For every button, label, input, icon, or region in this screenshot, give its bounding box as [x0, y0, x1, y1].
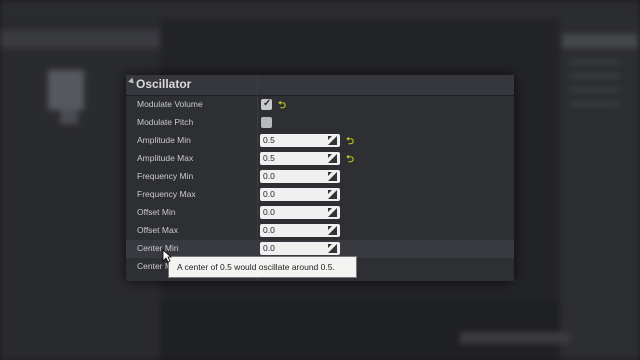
- row-offset-max: Offset Max 0.0: [126, 222, 514, 240]
- field-value: 0.0: [263, 225, 275, 235]
- bg-right-line: [570, 74, 620, 78]
- row-modulate-pitch: Modulate Pitch: [126, 114, 514, 132]
- row-label: Modulate Volume: [137, 99, 203, 109]
- reset-arrow-icon[interactable]: ⮌: [346, 152, 354, 169]
- drag-handle-icon[interactable]: [328, 190, 337, 199]
- field-value: 0.0: [263, 243, 275, 253]
- frequency-max-field[interactable]: 0.0: [260, 188, 340, 201]
- oscillator-panel: Oscillator Modulate Volume ✓ ⮌ Modulate …: [126, 75, 514, 281]
- drag-handle-icon[interactable]: [328, 244, 337, 253]
- drag-handle-icon[interactable]: [328, 172, 337, 181]
- drag-handle-icon[interactable]: [328, 226, 337, 235]
- row-label: Amplitude Min: [137, 135, 191, 145]
- row-label: Modulate Pitch: [137, 117, 194, 127]
- frequency-min-field[interactable]: 0.0: [260, 170, 340, 183]
- drag-handle-icon[interactable]: [328, 154, 337, 163]
- amplitude-max-field[interactable]: 0.5: [260, 152, 340, 165]
- offset-min-field[interactable]: 0.0: [260, 206, 340, 219]
- tooltip-text: A center of 0.5 would oscillate around 0…: [177, 262, 335, 272]
- bg-right-header: [562, 34, 638, 48]
- bg-bottom: [160, 300, 560, 360]
- amplitude-min-field[interactable]: 0.5: [260, 134, 340, 147]
- modulate-pitch-checkbox[interactable]: [261, 117, 272, 128]
- row-label: Offset Min: [137, 207, 176, 217]
- row-label: Frequency Max: [137, 189, 196, 199]
- bg-right-line: [570, 88, 620, 92]
- panel-header[interactable]: Oscillator: [126, 75, 514, 96]
- row-label: Offset Max: [137, 225, 178, 235]
- field-value: 0.0: [263, 189, 275, 199]
- row-frequency-max: Frequency Max 0.0: [126, 186, 514, 204]
- bg-thumbnail-base: [60, 110, 78, 124]
- bg-status: [460, 332, 570, 344]
- reset-arrow-icon[interactable]: ⮌: [346, 134, 354, 151]
- bg-right-line: [570, 102, 620, 106]
- row-label: Center Min: [137, 243, 179, 253]
- offset-max-field[interactable]: 0.0: [260, 224, 340, 237]
- drag-handle-icon[interactable]: [328, 136, 337, 145]
- field-value: 0.0: [263, 171, 275, 181]
- field-value: 0.0: [263, 207, 275, 217]
- panel-title: Oscillator: [136, 77, 192, 91]
- bg-thumbnail: [48, 70, 84, 110]
- bg-right-line: [570, 60, 620, 64]
- reset-arrow-icon[interactable]: ⮌: [278, 98, 286, 115]
- row-label: Amplitude Max: [137, 153, 194, 163]
- mouse-cursor-icon: [162, 249, 172, 263]
- modulate-volume-checkbox[interactable]: ✓: [261, 98, 272, 110]
- row-modulate-volume: Modulate Volume ✓ ⮌: [126, 96, 514, 114]
- row-amplitude-min: Amplitude Min 0.5 ⮌: [126, 132, 514, 150]
- bg-right-pane: [560, 18, 640, 360]
- row-label: Frequency Min: [137, 171, 194, 181]
- row-offset-min: Offset Min 0.0: [126, 204, 514, 222]
- drag-handle-icon[interactable]: [328, 208, 337, 217]
- check-icon: ✓: [263, 98, 272, 109]
- bg-left-header: [0, 30, 160, 48]
- row-amplitude-max: Amplitude Max 0.5 ⮌: [126, 150, 514, 168]
- field-value: 0.5: [263, 135, 275, 145]
- tooltip: A center of 0.5 would oscillate around 0…: [168, 256, 357, 278]
- field-value: 0.5: [263, 153, 275, 163]
- collapse-arrow-icon[interactable]: [128, 77, 136, 86]
- bg-menubar: [0, 0, 640, 18]
- row-frequency-min: Frequency Min 0.0: [126, 168, 514, 186]
- center-min-field[interactable]: 0.0: [260, 242, 340, 255]
